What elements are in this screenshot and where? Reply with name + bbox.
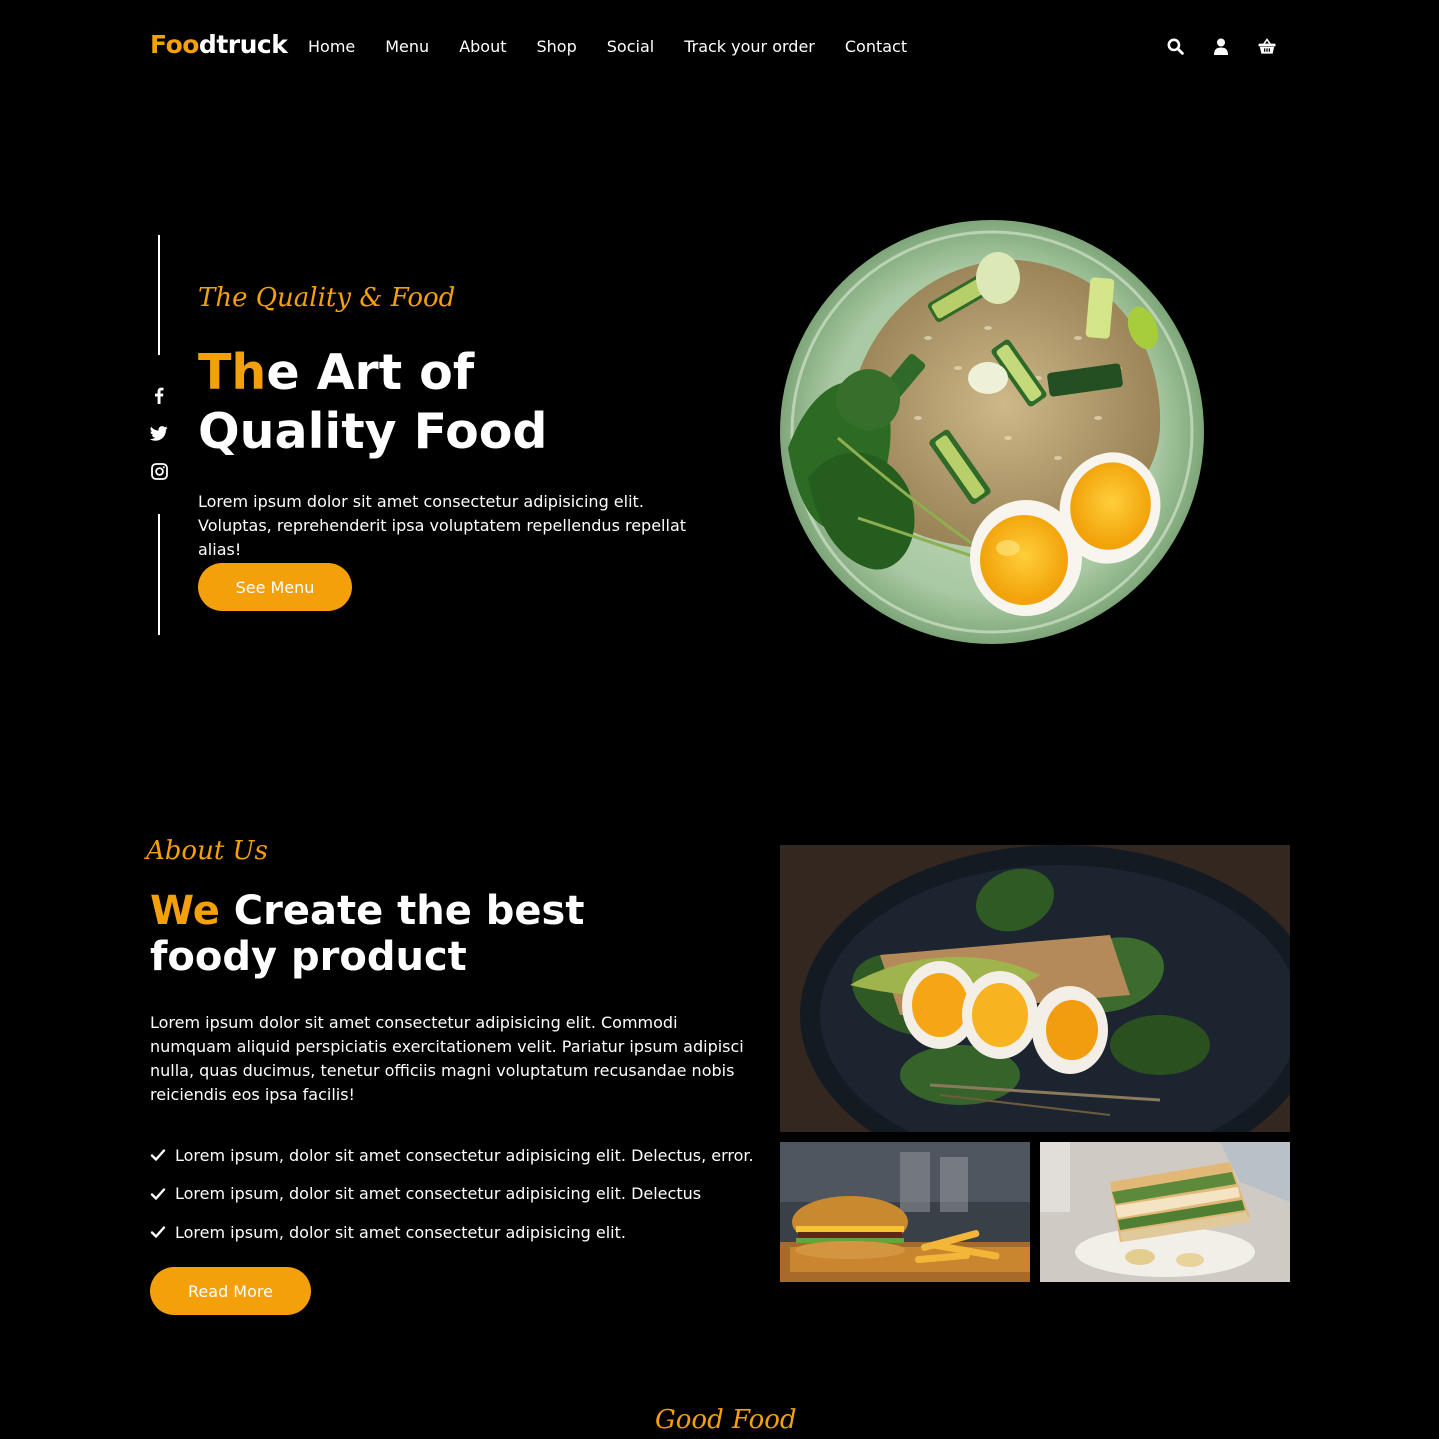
nav-about[interactable]: About (459, 37, 506, 56)
check-icon (150, 1147, 166, 1163)
nav-contact[interactable]: Contact (845, 37, 907, 56)
cart-icon[interactable] (1258, 37, 1276, 55)
about-image-eggs-toast (780, 845, 1290, 1132)
nav-social[interactable]: Social (607, 37, 654, 56)
hero-subtitle: The Quality & Food (198, 283, 456, 313)
search-icon[interactable] (1166, 37, 1184, 55)
about-title: We Create the best foody product (150, 888, 585, 980)
nav-shop[interactable]: Shop (537, 37, 577, 56)
see-menu-button[interactable]: See Menu (198, 563, 352, 611)
hero-food-image (778, 218, 1206, 646)
twitter-icon[interactable] (150, 424, 168, 442)
hero-divider-top (158, 235, 160, 355)
logo[interactable]: Foodtruck (150, 30, 288, 59)
nav-home[interactable]: Home (308, 37, 355, 56)
about-image-sandwich (1040, 1142, 1290, 1282)
about-checklist: Lorem ipsum, dolor sit amet consectetur … (150, 1143, 754, 1259)
instagram-icon[interactable] (150, 462, 168, 480)
social-links (150, 386, 168, 480)
hero-description: Lorem ipsum dolor sit amet consectetur a… (198, 492, 687, 559)
nav-menu[interactable]: Menu (385, 37, 429, 56)
good-food-subtitle: Good Food (655, 1405, 797, 1435)
check-icon (150, 1224, 166, 1240)
list-item: Lorem ipsum, dolor sit amet consectetur … (150, 1143, 754, 1167)
header-actions (1166, 37, 1276, 55)
nav-track-order[interactable]: Track your order (684, 37, 815, 56)
hero-title: The Art of Quality Food (198, 344, 548, 460)
hero-divider-bottom (158, 514, 160, 635)
about-image-burger (780, 1142, 1030, 1282)
read-more-button[interactable]: Read More (150, 1267, 311, 1315)
user-icon[interactable] (1212, 37, 1230, 55)
main-nav: Home Menu About Shop Social Track your o… (308, 37, 937, 56)
facebook-icon[interactable] (150, 386, 168, 404)
check-icon (150, 1186, 166, 1202)
about-subtitle: About Us (146, 836, 268, 866)
list-item: Lorem ipsum, dolor sit amet consectetur … (150, 1182, 754, 1206)
list-item: Lorem ipsum, dolor sit amet consectetur … (150, 1220, 754, 1244)
site-header: Foodtruck Home Menu About Shop Social Tr… (0, 0, 1439, 94)
about-description: Lorem ipsum dolor sit amet consectetur a… (150, 1013, 744, 1104)
